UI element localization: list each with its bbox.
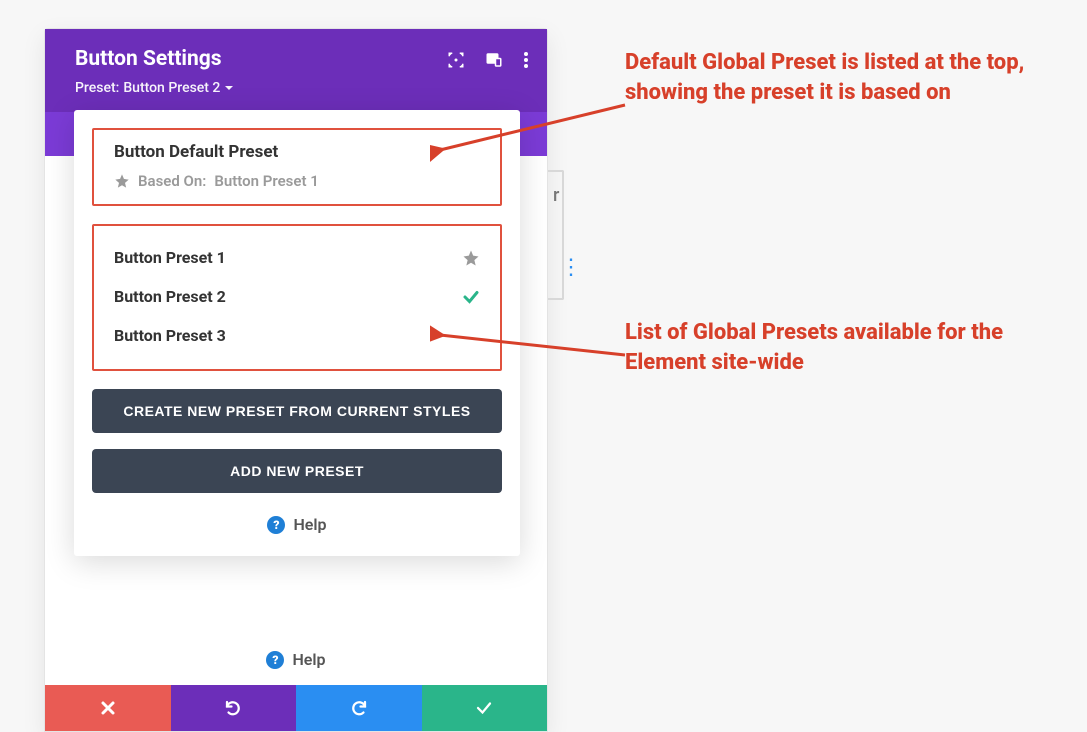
- help-icon: ?: [266, 651, 284, 669]
- close-icon: [100, 700, 116, 716]
- menu-dots-icon[interactable]: [523, 51, 529, 69]
- based-on-label: Based On:: [138, 172, 206, 190]
- preset-selector-prefix: Preset:: [75, 80, 119, 96]
- panel-help-label: Help: [292, 650, 325, 669]
- undo-icon: [224, 699, 242, 717]
- redo-button[interactable]: [296, 685, 422, 731]
- preset-dropdown: Button Default Preset Based On: Button P…: [74, 110, 520, 556]
- preset-name: Button Preset 1: [114, 248, 226, 267]
- dropdown-help-label: Help: [293, 515, 326, 534]
- based-on-preset-name: Button Preset 1: [214, 172, 318, 190]
- target-icon[interactable]: [447, 51, 465, 69]
- default-preset-based-on: Based On: Button Preset 1: [114, 172, 480, 190]
- background-decoration-text: r: [553, 185, 559, 206]
- preset-selector-current: Button Preset 2: [123, 80, 220, 96]
- settings-header: Button Settings Preset: Button Preset 2: [45, 29, 547, 112]
- default-preset-box[interactable]: Button Default Preset Based On: Button P…: [92, 128, 502, 206]
- preset-item[interactable]: Button Preset 2: [114, 277, 480, 316]
- star-icon[interactable]: [462, 249, 480, 267]
- preset-item[interactable]: Button Preset 3: [114, 316, 480, 355]
- background-decoration-dots: ⋮: [560, 255, 580, 280]
- caret-down-icon: [224, 83, 234, 93]
- preset-selector[interactable]: Preset: Button Preset 2: [75, 80, 234, 96]
- star-icon: [114, 173, 130, 189]
- create-preset-button[interactable]: CREATE NEW PRESET FROM CURRENT STYLES: [92, 389, 502, 433]
- confirm-button[interactable]: [422, 685, 548, 731]
- undo-button[interactable]: [171, 685, 297, 731]
- footer-action-bar: [45, 685, 547, 731]
- panel-help-row[interactable]: ? Help: [45, 626, 547, 685]
- add-preset-button[interactable]: ADD NEW PRESET: [92, 449, 502, 493]
- preset-name: Button Preset 2: [114, 287, 226, 306]
- default-preset-title: Button Default Preset: [114, 142, 480, 162]
- confirm-check-icon: [475, 699, 493, 717]
- annotation-top: Default Global Preset is listed at the t…: [625, 48, 1045, 107]
- help-icon: ?: [267, 516, 285, 534]
- annotation-bottom: List of Global Presets available for the…: [625, 318, 1045, 377]
- preset-list-box: Button Preset 1 Button Preset 2 Button P…: [92, 224, 502, 371]
- check-icon: [462, 288, 480, 306]
- preset-name: Button Preset 3: [114, 326, 226, 345]
- redo-icon: [350, 699, 368, 717]
- close-button[interactable]: [45, 685, 171, 731]
- responsive-icon[interactable]: [485, 51, 503, 69]
- preset-item[interactable]: Button Preset 1: [114, 238, 480, 277]
- dropdown-help-row[interactable]: ? Help: [92, 515, 502, 534]
- header-icon-group: [447, 51, 529, 69]
